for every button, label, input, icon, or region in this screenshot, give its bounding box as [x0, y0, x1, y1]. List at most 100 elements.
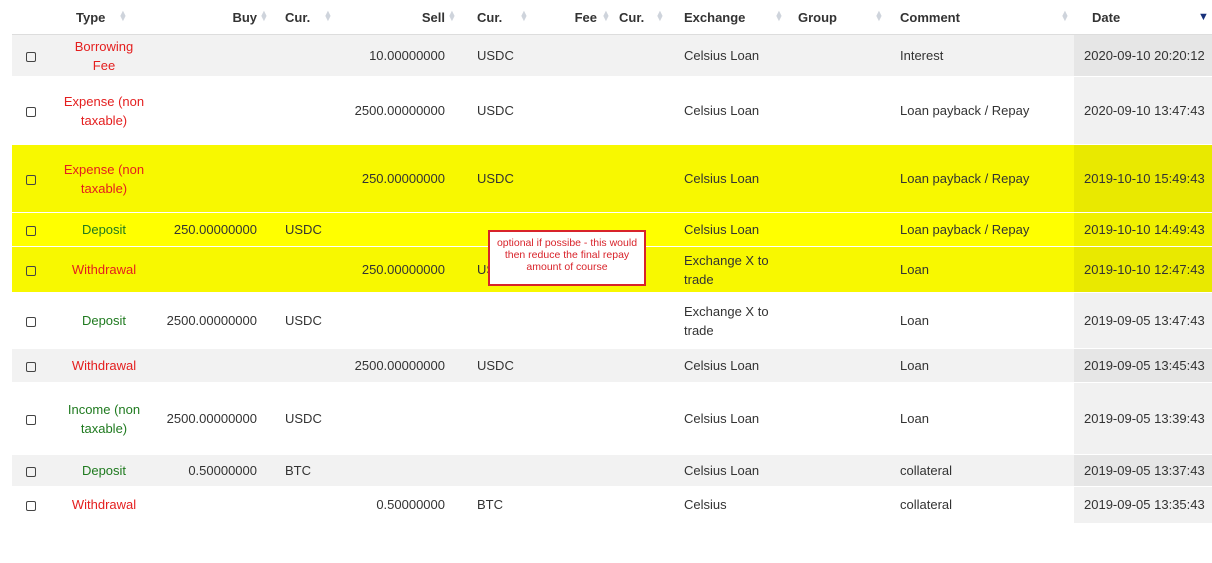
- header-buy[interactable]: Buy: [150, 0, 275, 35]
- exchange-cell: Exchange X to trade: [672, 292, 796, 349]
- header-group[interactable]: Group: [796, 0, 886, 35]
- buy-cur-cell: [275, 246, 335, 293]
- header-sell[interactable]: Sell: [335, 0, 463, 35]
- date-cell: 2019-09-05 13:45:43: [1074, 348, 1212, 383]
- row-checkbox[interactable]: [26, 316, 36, 327]
- comment-cell: collateral: [886, 454, 1074, 487]
- header-sell-cur[interactable]: Cur.: [463, 0, 555, 35]
- sell-cur-cell: BTC: [463, 486, 555, 523]
- row-select-cell: [12, 34, 58, 77]
- comment-cell: Interest: [886, 34, 1074, 77]
- date-cell: 2019-09-05 13:39:43: [1074, 382, 1212, 455]
- type-cell: Expense (non taxable): [58, 144, 150, 213]
- sell-cur-cell: [463, 292, 555, 349]
- buy-cur-cell: [275, 34, 335, 77]
- row-checkbox[interactable]: [26, 361, 36, 372]
- date-cell: 2020-09-10 20:20:12: [1074, 34, 1212, 77]
- sell-cell: 250.00000000: [335, 246, 463, 293]
- table-row[interactable]: Withdrawal 2500.00000000 USDC Celsius Loan L…: [12, 348, 1212, 383]
- comment-cell: Loan: [886, 382, 1074, 455]
- fee-cur-cell: [615, 292, 672, 349]
- group-cell: [796, 212, 886, 247]
- row-checkbox[interactable]: [26, 225, 36, 236]
- date-cell: 2019-09-05 13:35:43: [1074, 486, 1212, 523]
- type-label: Expense (non taxable): [63, 161, 145, 196]
- exchange-cell: Celsius Loan: [672, 76, 796, 145]
- table-row[interactable]: Withdrawal 0.50000000 BTC Celsius collateral…: [12, 486, 1212, 523]
- row-checkbox[interactable]: [26, 51, 36, 62]
- type-cell: Borrowing Fee: [58, 34, 150, 77]
- table-row[interactable]: Income (non taxable) 2500.00000000 USDC Cel…: [12, 382, 1212, 455]
- buy-cell: [150, 246, 275, 293]
- sell-cur-cell: USDC: [463, 348, 555, 383]
- header-exchange[interactable]: Exchange: [672, 0, 796, 35]
- exchange-cell: Celsius: [672, 486, 796, 523]
- table-row[interactable]: Borrowing Fee 10.00000000 USDC Celsius Loan…: [12, 34, 1212, 77]
- fee-cur-cell: [615, 348, 672, 383]
- sell-cell: 2500.00000000: [335, 76, 463, 145]
- row-checkbox[interactable]: [26, 106, 36, 117]
- buy-cur-cell: USDC: [275, 382, 335, 455]
- comment-cell: Loan: [886, 292, 1074, 349]
- table-row[interactable]: Expense (non taxable) 2500.00000000 USDC Ce…: [12, 76, 1212, 145]
- header-buy-cur[interactable]: Cur.: [275, 0, 335, 35]
- type-label: Withdrawal: [71, 262, 137, 277]
- fee-cur-cell: [615, 34, 672, 77]
- row-checkbox[interactable]: [26, 265, 36, 276]
- row-checkbox[interactable]: [26, 500, 36, 511]
- date-cell: 2019-10-10 15:49:43: [1074, 144, 1212, 213]
- sort-icon: [874, 11, 884, 21]
- sell-cur-cell: [463, 382, 555, 455]
- group-cell: [796, 382, 886, 455]
- buy-cur-cell: [275, 486, 335, 523]
- buy-cur-cell: USDC: [275, 292, 335, 349]
- buy-cell: [150, 486, 275, 523]
- comment-cell: Loan: [886, 246, 1074, 293]
- exchange-cell: Celsius Loan: [672, 34, 796, 77]
- buy-cell: 2500.00000000: [150, 382, 275, 455]
- group-cell: [796, 454, 886, 487]
- row-select-cell: [12, 348, 58, 383]
- type-label: Expense (non taxable): [63, 93, 145, 128]
- group-cell: [796, 144, 886, 213]
- group-cell: [796, 348, 886, 383]
- exchange-cell: Celsius Loan: [672, 348, 796, 383]
- sort-icon: [323, 11, 333, 21]
- row-select-cell: [12, 212, 58, 247]
- row-select-cell: [12, 454, 58, 487]
- sort-desc-icon: [1198, 12, 1208, 23]
- header-type[interactable]: Type: [58, 0, 150, 35]
- sell-cur-cell: USDC: [463, 76, 555, 145]
- buy-cell: 2500.00000000: [150, 292, 275, 349]
- fee-cell: [555, 348, 615, 383]
- type-cell: Expense (non taxable): [58, 76, 150, 145]
- table-row[interactable]: Deposit 2500.00000000 USDC Exchange X to tr…: [12, 292, 1212, 349]
- buy-cell: [150, 144, 275, 213]
- table-row[interactable]: Expense (non taxable) 250.00000000 USDC Cel…: [12, 144, 1212, 213]
- row-checkbox[interactable]: [26, 466, 36, 477]
- header-fee[interactable]: Fee: [555, 0, 615, 35]
- sort-icon: [774, 11, 784, 21]
- buy-cell: [150, 348, 275, 383]
- row-select-cell: [12, 292, 58, 349]
- table-row[interactable]: Deposit 0.50000000 BTC Celsius Loan collater…: [12, 454, 1212, 487]
- type-cell: Withdrawal: [58, 486, 150, 523]
- exchange-cell: Celsius Loan: [672, 382, 796, 455]
- group-cell: [796, 76, 886, 145]
- type-label: Withdrawal: [71, 358, 137, 373]
- header-fee-cur[interactable]: Cur.: [615, 0, 672, 35]
- buy-cell: 0.50000000: [150, 454, 275, 487]
- buy-cur-cell: [275, 348, 335, 383]
- sell-cell: 250.00000000: [335, 144, 463, 213]
- header-comment[interactable]: Comment: [886, 0, 1074, 35]
- comment-cell: Loan: [886, 348, 1074, 383]
- header-date[interactable]: Date: [1074, 0, 1212, 35]
- row-checkbox[interactable]: [26, 174, 36, 185]
- sell-cell: [335, 292, 463, 349]
- sort-icon: [519, 11, 529, 21]
- type-cell: Deposit: [58, 292, 150, 349]
- sort-icon: [601, 11, 611, 21]
- row-checkbox[interactable]: [26, 414, 36, 425]
- buy-cell: 250.00000000: [150, 212, 275, 247]
- fee-cell: [555, 486, 615, 523]
